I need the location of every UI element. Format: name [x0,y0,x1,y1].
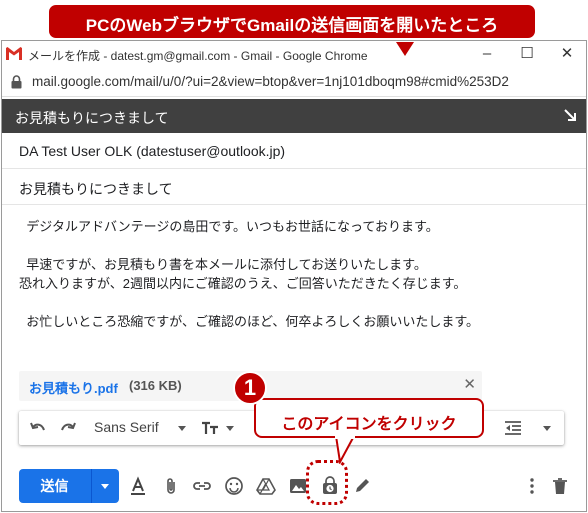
schedule-send-dropdown[interactable] [92,469,119,503]
text-size-icon[interactable] [201,419,219,437]
address-bar[interactable]: mail.google.com/mail/u/0/?ui=2&view=btop… [2,67,586,97]
icon-highlight-ring [306,460,348,505]
compose-action-bar: 送信 [2,461,586,511]
more-options-icon[interactable] [522,476,542,496]
discard-draft-icon[interactable] [550,476,570,496]
indent-less-icon[interactable] [504,419,522,437]
chevron-down-icon[interactable] [101,484,109,489]
body-line: 恐れ入りますが、2週間以内にご確認のうえ、ご回答いただきたく存じます。 [19,276,467,291]
pop-out-icon[interactable] [563,108,577,122]
chevron-down-icon[interactable] [178,426,186,431]
font-selector[interactable]: Sans Serif [94,419,159,435]
redo-icon[interactable] [59,419,77,437]
gmail-icon [6,47,22,60]
body-line [19,236,574,255]
top-annotation-callout: PCのWebブラウザでGmailの送信画面を開いたところ [47,3,537,56]
remove-attachment-icon[interactable]: ✕ [463,375,476,393]
attach-file-icon[interactable] [161,476,181,496]
body-line: お忙しいところ恐縮ですが、ご確認のほど、何卒よろしくお願いいたします。 [19,314,480,329]
emoji-icon[interactable] [224,476,244,496]
compose-title: お見積もりにつきまして [15,110,169,126]
body-line: デジタルアドバンテージの島田です。いつもお世話になっております。 [19,219,439,234]
title-bar: メールを作成 - datest.gm@gmail.com - Gmail - G… [2,41,586,67]
attachment-size: (316 KB) [129,378,182,393]
body-line: 早速ですが、お見積もり書を本メールに添付してお送りいたします。 [19,257,427,272]
insert-link-icon[interactable] [192,476,212,496]
step-annotation-text: このアイコンをクリック [281,416,457,433]
insert-photo-icon[interactable] [288,476,308,496]
message-body[interactable]: デジタルアドバンテージの島田です。いつもお世話になっております。 早速ですが、お… [19,217,574,331]
send-button[interactable]: 送信 [19,469,119,503]
step-annotation-callout: このアイコンをクリック [254,398,484,438]
chrome-window: メールを作成 - datest.gm@gmail.com - Gmail - G… [1,40,587,512]
minimize-icon[interactable]: – [472,43,502,65]
body-line [19,293,574,312]
url-text[interactable]: mail.google.com/mail/u/0/?ui=2&view=btop… [32,74,509,89]
chevron-down-icon[interactable] [226,426,234,431]
send-label[interactable]: 送信 [19,469,90,503]
chevron-down-icon[interactable] [543,426,551,431]
recipient-field[interactable]: DA Test User OLK (datestuser@outlook.jp) [2,133,586,169]
step-number-badge: 1 [233,371,267,405]
formatting-options-icon[interactable] [128,476,148,496]
subject-value[interactable]: お見積もりにつきまして [19,179,173,199]
google-drive-icon[interactable] [256,476,276,496]
lock-icon [11,75,22,89]
subject-field[interactable]: お見積もりにつきまして [2,169,586,205]
attachment-name[interactable]: お見積もり.pdf [29,378,118,397]
maximize-icon[interactable]: ☐ [512,43,542,65]
top-annotation-text: PCのWebブラウザでGmailの送信画面を開いたところ [85,16,499,35]
recipient-value[interactable]: DA Test User OLK (datestuser@outlook.jp) [19,143,285,159]
signature-pen-icon[interactable] [352,476,372,496]
close-window-icon[interactable]: ✕ [552,43,582,65]
compose-header[interactable]: お見積もりにつきまして [2,99,586,133]
undo-icon[interactable] [29,419,47,437]
callout-pointer [396,42,414,56]
window-title: メールを作成 - datest.gm@gmail.com - Gmail - G… [28,49,368,63]
